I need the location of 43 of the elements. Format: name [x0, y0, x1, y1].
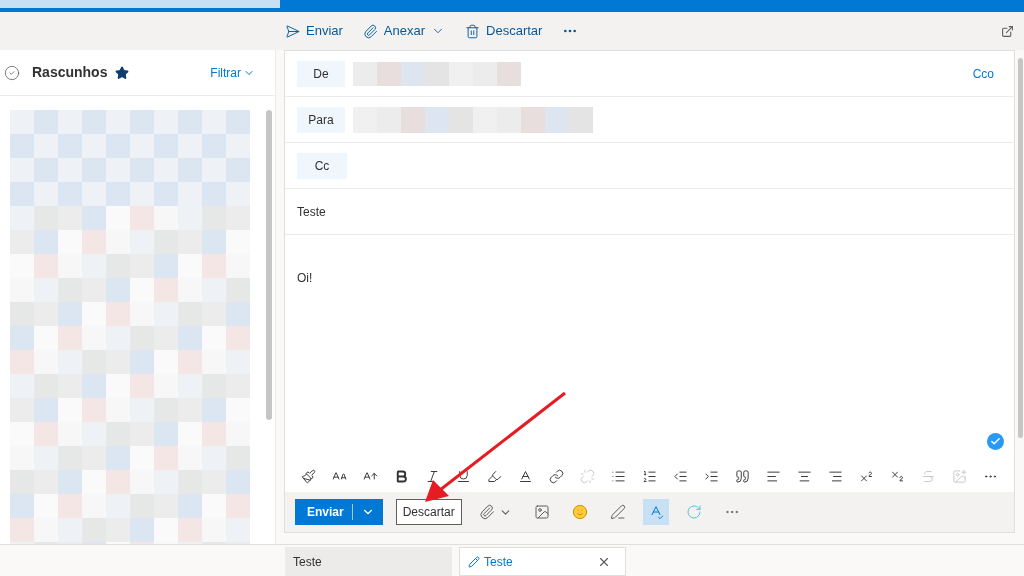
align-right-icon[interactable]	[828, 468, 843, 484]
numbered-list-icon[interactable]	[642, 468, 657, 484]
indent-icon[interactable]	[704, 468, 719, 484]
search-field[interactable]	[0, 0, 280, 8]
scrollbar[interactable]	[266, 110, 272, 420]
from-button[interactable]: De	[297, 60, 345, 87]
discard-button[interactable]: Descartar	[395, 499, 462, 525]
superscript-icon[interactable]	[859, 468, 874, 484]
bold-icon[interactable]	[394, 468, 409, 484]
outdent-icon[interactable]	[673, 468, 688, 484]
star-icon[interactable]	[115, 65, 130, 80]
pencil-icon	[468, 555, 480, 568]
send-button[interactable]: Enviar	[295, 499, 383, 525]
select-all-icon[interactable]	[4, 64, 20, 81]
italic-icon[interactable]	[425, 468, 440, 484]
send-icon	[285, 23, 300, 39]
body-text[interactable]: Oi!	[297, 271, 313, 285]
pop-out-icon[interactable]	[1001, 24, 1014, 38]
filter-button[interactable]: Filtrar	[210, 63, 271, 82]
subscript-icon[interactable]	[890, 468, 905, 484]
toolbar-button[interactable]: Anexar	[362, 21, 446, 41]
trash-icon	[465, 23, 481, 39]
toolbar-button[interactable]: Enviar	[285, 21, 343, 41]
link-icon[interactable]	[549, 468, 564, 484]
paperclip-icon	[362, 23, 378, 39]
check-icon	[987, 433, 1004, 450]
bullet-list-icon[interactable]	[611, 468, 626, 484]
bcc-link[interactable]: Cco	[972, 64, 1002, 83]
align-left-icon[interactable]	[766, 468, 781, 484]
scrollbar[interactable]	[1018, 58, 1023, 438]
draft-tab[interactable]: Teste	[285, 547, 452, 576]
subject-field[interactable]: Teste	[297, 202, 326, 221]
highlighter-icon[interactable]	[487, 468, 502, 484]
draft-tab[interactable]: Teste	[459, 547, 626, 576]
to-button[interactable]: Para	[297, 106, 345, 133]
folder-title: Rascunhos	[32, 63, 108, 82]
underline-icon[interactable]	[456, 468, 471, 484]
quote-icon[interactable]	[735, 468, 750, 484]
brush-icon[interactable]	[301, 468, 316, 484]
align-center-icon[interactable]	[797, 468, 812, 484]
font-color-icon[interactable]	[518, 468, 533, 484]
cc-button[interactable]: Cc	[297, 152, 347, 179]
toolbar-button[interactable]: Descartar	[465, 21, 543, 41]
